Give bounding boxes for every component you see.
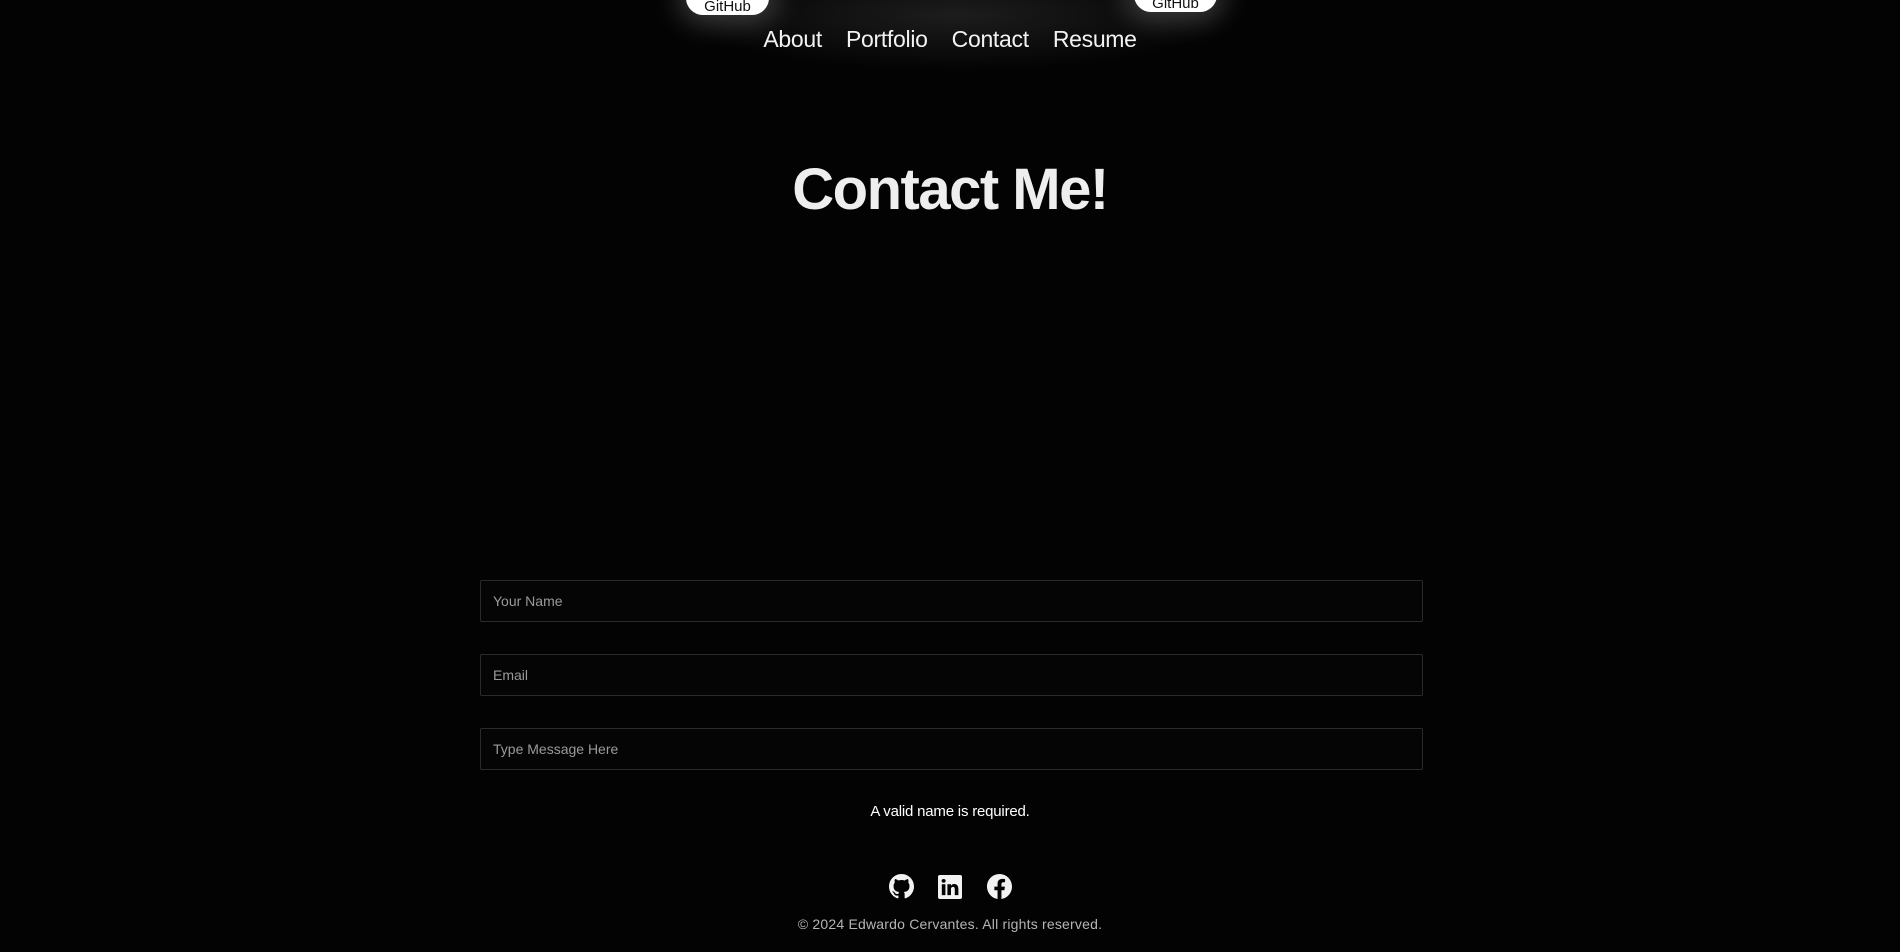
copyright: © 2024 Edwardo Cervantes. All rights res… <box>797 916 1103 932</box>
github-pill-left[interactable]: GitHub <box>686 0 769 15</box>
nav-contact[interactable]: Contact <box>952 26 1029 53</box>
nav-about[interactable]: About <box>763 26 822 53</box>
github-pill-right-label: GitHub <box>1152 0 1199 12</box>
social-links <box>0 874 1900 899</box>
email-field[interactable] <box>480 654 1423 696</box>
nav-resume[interactable]: Resume <box>1053 26 1137 53</box>
facebook-icon[interactable] <box>986 874 1012 899</box>
message-field[interactable] <box>480 728 1423 770</box>
validation-error: A valid name is required. <box>870 803 1030 820</box>
github-pill-left-label: GitHub <box>704 0 751 15</box>
name-field[interactable] <box>480 580 1423 622</box>
contact-form <box>480 580 1423 802</box>
github-pill-right[interactable]: GitHub <box>1134 0 1217 12</box>
main-nav: About Portfolio Contact Resume <box>0 26 1900 53</box>
github-icon[interactable] <box>888 874 914 899</box>
page-title: Contact Me! <box>792 157 1109 222</box>
nav-portfolio[interactable]: Portfolio <box>846 26 928 53</box>
linkedin-icon[interactable] <box>938 874 963 899</box>
page: GitHub GitHub About Portfolio Contact Re… <box>0 0 1900 952</box>
